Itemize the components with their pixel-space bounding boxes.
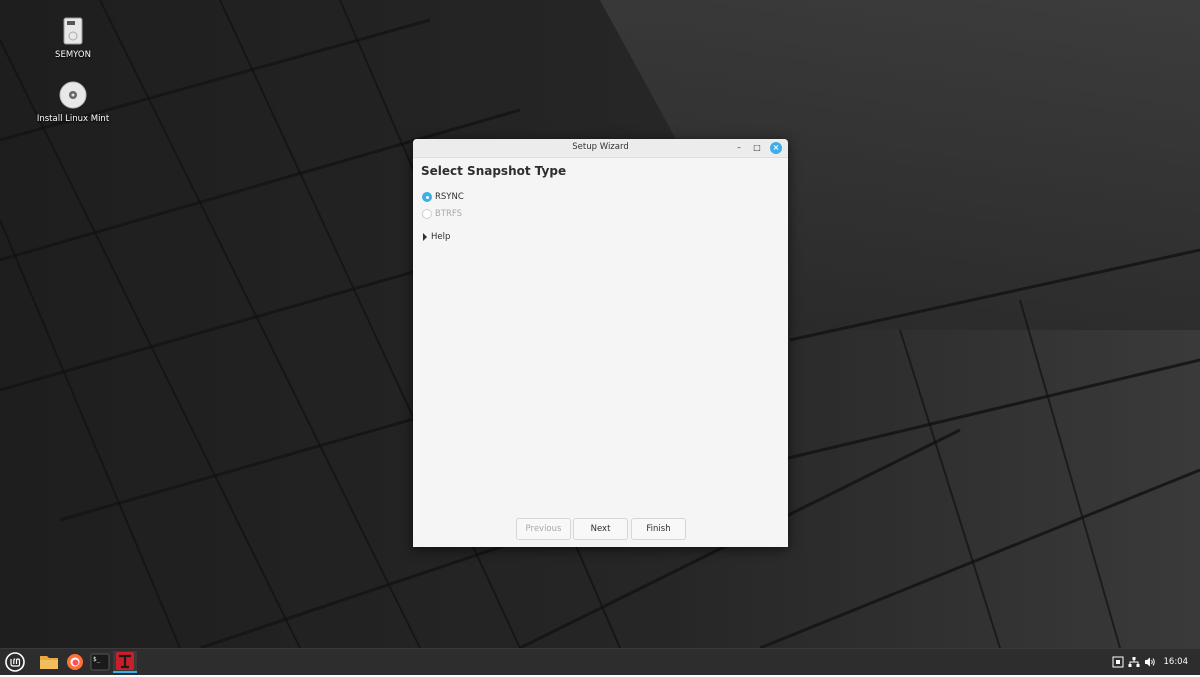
finish-button[interactable]: Finish	[631, 518, 686, 540]
mint-menu-button[interactable]	[4, 651, 26, 673]
firefox-icon	[64, 651, 86, 673]
terminal-icon: $_	[89, 651, 111, 673]
desktop-icon-label: SEMYON	[23, 50, 123, 60]
system-tray: 16:04	[1112, 649, 1200, 675]
next-button[interactable]: Next	[573, 518, 628, 540]
clock[interactable]: 16:04	[1164, 657, 1189, 667]
radio-button-checked[interactable]	[422, 192, 432, 202]
expander-arrow-icon	[423, 233, 427, 241]
disc-icon	[58, 80, 88, 110]
terminal-launcher[interactable]: $_	[89, 651, 111, 673]
volume-icon[interactable]	[1144, 656, 1156, 668]
drive-icon	[58, 16, 88, 46]
mint-menu-icon	[4, 651, 26, 673]
svg-text:$_: $_	[93, 656, 101, 663]
files-launcher[interactable]	[38, 651, 60, 673]
previous-button: Previous	[516, 518, 571, 540]
timeshift-task-button[interactable]	[113, 651, 137, 673]
radio-button-unchecked	[422, 209, 432, 219]
folder-icon	[38, 651, 60, 673]
close-icon: ×	[773, 143, 780, 152]
desktop: SEMYON Install Linux Mint Setup Wizard –…	[0, 0, 1200, 648]
desktop-icon-install-linux-mint[interactable]: Install Linux Mint	[23, 80, 123, 124]
page-title: Select Snapshot Type	[421, 164, 566, 178]
desktop-icon-semyon[interactable]: SEMYON	[23, 16, 123, 60]
setup-wizard-dialog: Setup Wizard – □ × Select Snapshot Type …	[413, 139, 788, 547]
close-button[interactable]: ×	[770, 142, 782, 154]
radio-rsync[interactable]: RSYNC	[422, 192, 464, 202]
network-icon[interactable]	[1128, 656, 1140, 668]
firefox-launcher[interactable]	[64, 651, 86, 673]
radio-label: RSYNC	[435, 192, 464, 202]
minimize-button[interactable]: –	[733, 142, 745, 154]
keyboard-icon[interactable]	[1112, 656, 1124, 668]
window-title: Setup Wizard	[413, 142, 788, 152]
maximize-button[interactable]: □	[751, 142, 763, 154]
help-label: Help	[431, 232, 450, 242]
title-bar[interactable]: Setup Wizard – □ ×	[413, 139, 788, 158]
help-expander[interactable]: Help	[423, 232, 450, 242]
taskbar: $_ 16:04	[0, 648, 1200, 675]
timeshift-icon	[113, 651, 137, 671]
radio-label: BTRFS	[435, 209, 462, 219]
desktop-icon-label: Install Linux Mint	[23, 114, 123, 124]
radio-btrfs: BTRFS	[422, 209, 462, 219]
